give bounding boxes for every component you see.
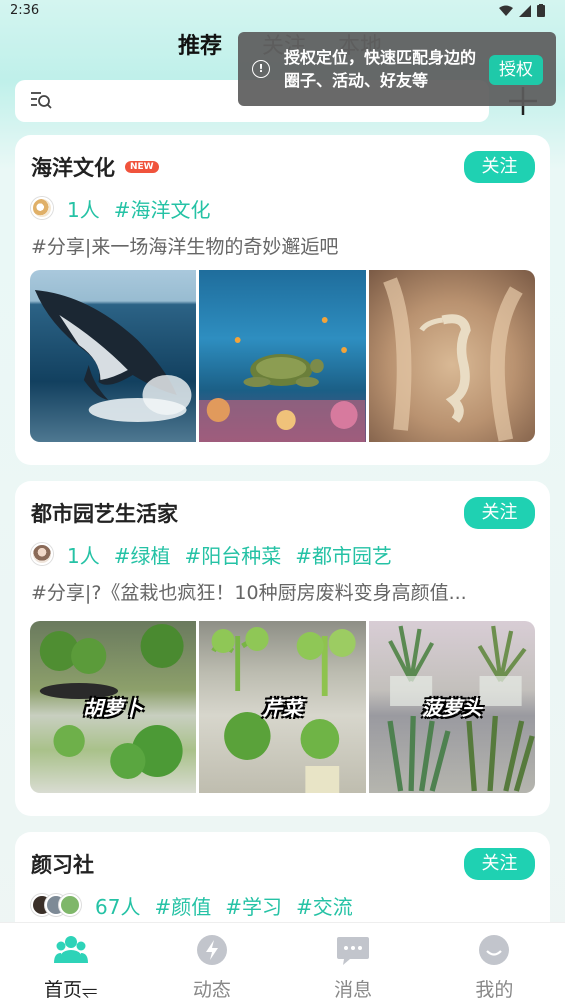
seahorse-illustration bbox=[382, 277, 523, 442]
nav-label: 我的 bbox=[475, 979, 514, 1001]
group-card[interactable]: 海洋文化 NEW 关注 1人 #海洋文化 #分享|来一场海洋生物的奇妙邂逅吧 bbox=[15, 135, 550, 465]
follow-button[interactable]: 关注 bbox=[464, 497, 535, 529]
whale-photo[interactable] bbox=[30, 270, 197, 442]
status-icons bbox=[499, 4, 545, 17]
turtle-illustration bbox=[199, 317, 366, 442]
tag[interactable]: #海洋文化 bbox=[114, 194, 211, 223]
whale-illustration bbox=[34, 290, 192, 422]
nav-item-home[interactable]: 首页⥫ bbox=[0, 923, 141, 1004]
community-icon bbox=[53, 936, 88, 963]
image-gallery[interactable] bbox=[30, 270, 535, 442]
nav-item-messages[interactable]: 消息 bbox=[283, 923, 424, 1004]
post-preview[interactable]: #分享|?《盆栽也疯狂！10种厨房废料变身高颜值... bbox=[31, 578, 536, 605]
avatar bbox=[31, 197, 53, 219]
smiley-face-icon bbox=[479, 935, 510, 965]
tab-recommend[interactable]: 推荐 bbox=[178, 28, 222, 60]
follow-button[interactable]: 关注 bbox=[464, 848, 535, 880]
new-badge: NEW bbox=[125, 161, 159, 173]
status-bar: 2:36 bbox=[0, 0, 565, 26]
celery-photo[interactable]: 芹菜 bbox=[199, 621, 366, 793]
member-count: 1人 bbox=[67, 197, 100, 222]
nav-label: 消息 bbox=[334, 979, 373, 1001]
image-label: 胡萝卜 bbox=[83, 696, 144, 720]
group-title: 都市园艺生活家 bbox=[31, 502, 178, 526]
group-meta: 1人 #绿植 #阳台种菜 #都市园艺 bbox=[31, 539, 392, 569]
image-label: 菠萝头 bbox=[421, 696, 482, 720]
tag[interactable]: #学习 bbox=[225, 891, 282, 920]
toast-message: 授权定位，快速匹配身边的圈子、活动、好友等 bbox=[284, 48, 477, 90]
member-count: 67人 bbox=[95, 894, 141, 919]
info-icon: ! bbox=[252, 60, 270, 78]
nav-label: 首页⥫ bbox=[44, 979, 98, 1001]
seahorse-photo[interactable] bbox=[368, 270, 535, 442]
sea-turtle-photo[interactable] bbox=[199, 270, 366, 442]
post-preview[interactable]: #分享|来一场海洋生物的奇妙邂逅吧 bbox=[31, 232, 536, 259]
image-label: 芹菜 bbox=[262, 696, 303, 720]
tag[interactable]: #都市园艺 bbox=[295, 540, 392, 569]
member-count: 1人 bbox=[67, 543, 100, 568]
tag[interactable]: #颜值 bbox=[154, 891, 211, 920]
avatar bbox=[31, 543, 53, 565]
status-time: 2:36 bbox=[10, 3, 40, 18]
nav-label: 动态 bbox=[192, 979, 231, 1001]
authorize-button[interactable]: 授权 bbox=[489, 55, 543, 85]
image-gallery[interactable]: 胡萝卜 芹菜 菠萝头 bbox=[30, 621, 535, 793]
group-card[interactable]: 都市园艺生活家 关注 1人 #绿植 #阳台种菜 #都市园艺 #分享|?《盆栽也疯… bbox=[15, 481, 550, 816]
group-title: 海洋文化 bbox=[31, 156, 115, 180]
nav-item-profile[interactable]: 我的 bbox=[424, 923, 565, 1004]
search-icon bbox=[31, 92, 52, 109]
tag[interactable]: #阳台种菜 bbox=[185, 540, 282, 569]
group-title: 颜习社 bbox=[31, 853, 94, 877]
chat-bubble-icon bbox=[337, 937, 370, 965]
wifi-icon bbox=[499, 5, 513, 16]
pineapple-tops-photo[interactable]: 菠萝头 bbox=[368, 621, 535, 793]
location-permission-toast: ! 授权定位，快速匹配身边的圈子、活动、好友等 授权 bbox=[238, 32, 556, 106]
tag[interactable]: #交流 bbox=[296, 891, 353, 920]
lightning-icon bbox=[196, 935, 227, 965]
follow-button[interactable]: 关注 bbox=[464, 151, 535, 183]
bottom-nav: 首页⥫ 动态 消息 我的 bbox=[0, 922, 565, 1004]
battery-icon bbox=[537, 4, 545, 17]
signal-icon bbox=[519, 4, 531, 17]
nav-item-feed[interactable]: 动态 bbox=[141, 923, 282, 1004]
carrot-tops-photo[interactable]: 胡萝卜 bbox=[30, 621, 197, 793]
group-meta: 67人 #颜值 #学习 #交流 bbox=[31, 890, 353, 920]
avatar bbox=[59, 894, 81, 916]
group-meta: 1人 #海洋文化 bbox=[31, 193, 211, 223]
tag[interactable]: #绿植 bbox=[114, 540, 171, 569]
